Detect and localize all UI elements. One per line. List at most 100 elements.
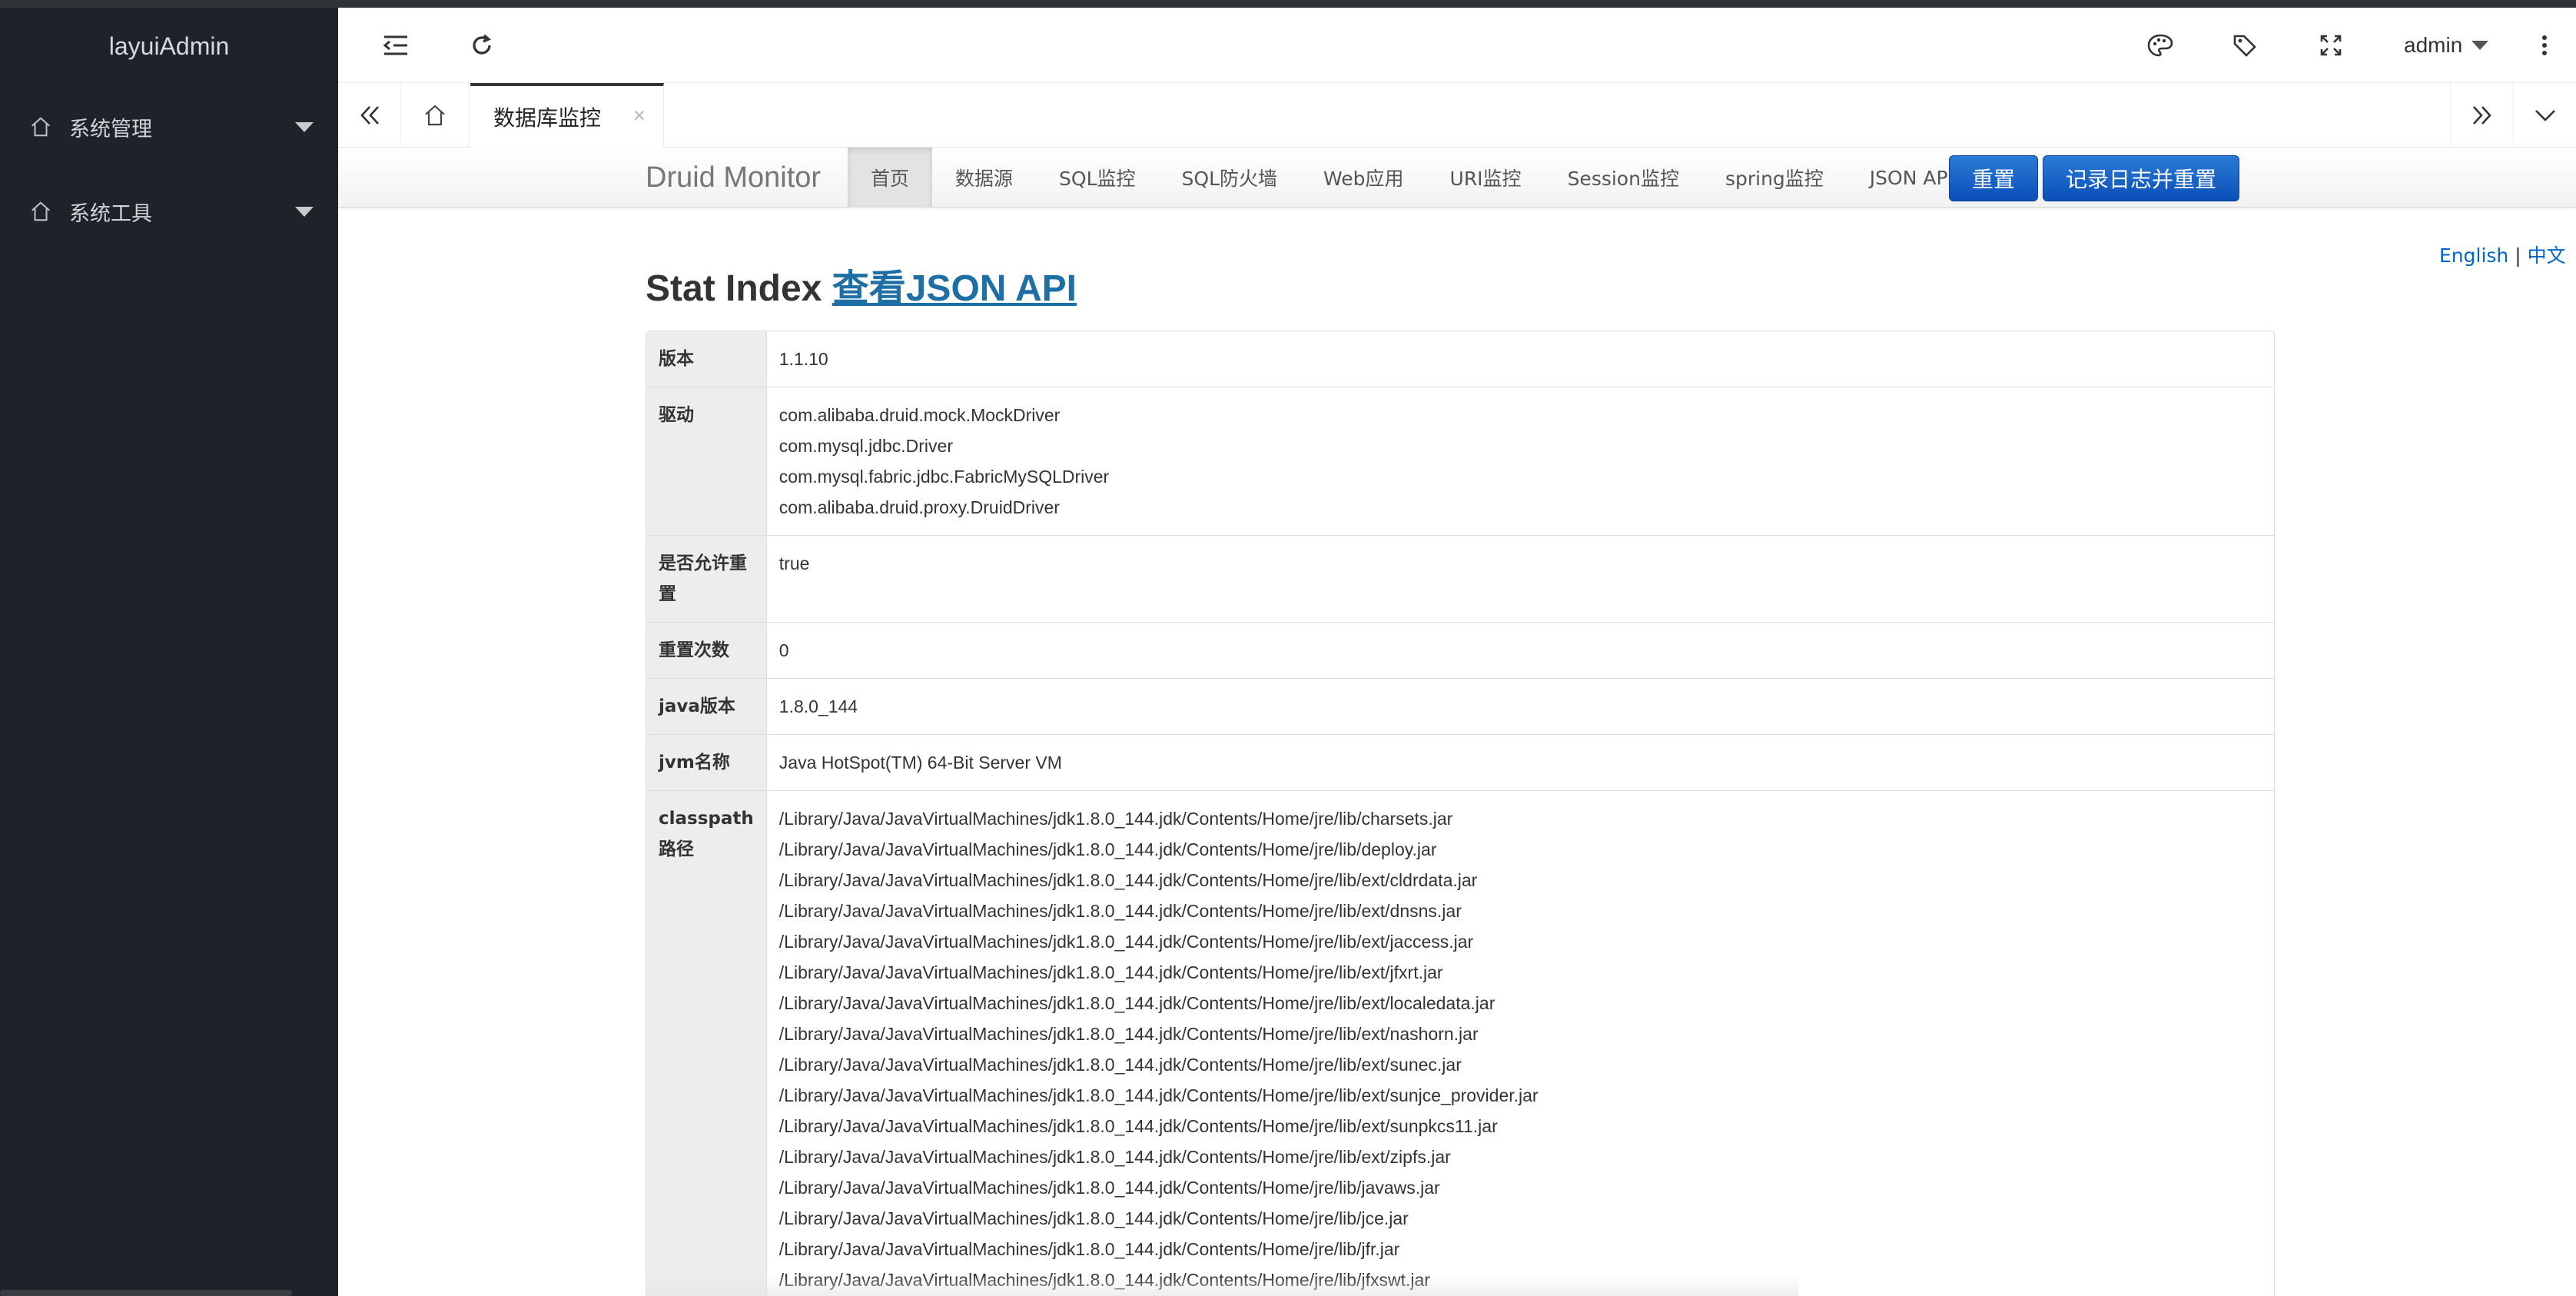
stat-index-table: 版本 1.1.10 驱动 com.alibaba.druid.mock.MockDri… <box>646 331 2275 1296</box>
stat-key: 重置次数 <box>646 622 767 678</box>
double-chevron-right-icon <box>2472 106 2491 125</box>
sidebar-item-label: 系统管理 <box>69 117 152 141</box>
sidebar-item-system-tools[interactable]: 系统工具 <box>0 169 338 254</box>
refresh-icon[interactable] <box>455 8 509 83</box>
stat-key: java版本 <box>646 678 767 734</box>
stat-value-line: /Library/Java/JavaVirtualMachines/jdk1.8… <box>778 870 1478 890</box>
page-title: Stat Index 查看JSON API <box>646 258 1077 311</box>
table-row: classpath路径/Library/Java/JavaVirtualMach… <box>646 790 2274 1296</box>
stat-value-line: /Library/Java/JavaVirtualMachines/jdk1.8… <box>778 962 1443 982</box>
stat-value: 0 <box>766 622 2274 678</box>
log-and-reset-button[interactable]: 记录日志并重置 <box>2043 155 2239 201</box>
user-menu[interactable]: admin <box>2404 8 2489 83</box>
caret-down-icon <box>295 122 314 132</box>
stat-value-line: /Library/Java/JavaVirtualMachines/jdk1.8… <box>778 1208 1409 1228</box>
stat-value-line: /Library/Java/JavaVirtualMachines/jdk1.8… <box>778 1116 1498 1136</box>
user-name: admin <box>2404 33 2463 57</box>
stat-key: 版本 <box>646 331 767 387</box>
lang-english-link[interactable]: English <box>2439 244 2508 267</box>
fullscreen-icon[interactable] <box>2304 8 2358 83</box>
caret-down-icon <box>295 207 314 217</box>
stat-value-line: /Library/Java/JavaVirtualMachines/jdk1.8… <box>778 1239 1400 1259</box>
stat-value-line: /Library/Java/JavaVirtualMachines/jdk1.8… <box>778 932 1474 952</box>
window-top-strip <box>0 0 2576 8</box>
stat-key: classpath路径 <box>646 790 767 1296</box>
table-row: 驱动 com.alibaba.druid.mock.MockDriver com.m… <box>646 387 2274 535</box>
stat-value-line: /Library/Java/JavaVirtualMachines/jdk1.8… <box>778 1147 1451 1167</box>
tabs-scroll-left-button[interactable] <box>338 83 401 148</box>
stat-value-line: /Library/Java/JavaVirtualMachines/jdk1.8… <box>778 1178 1440 1198</box>
language-switch: English | 中文 <box>2439 241 2566 268</box>
table-row: java版本 1.8.0_144 <box>646 678 2274 734</box>
nav-web-app[interactable]: Web应用 <box>1300 148 1427 208</box>
stat-value-line: /Library/Java/JavaVirtualMachines/jdk1.8… <box>778 809 1453 829</box>
nav-spring-monitor[interactable]: spring监控 <box>1702 148 1847 208</box>
close-icon[interactable]: × <box>632 106 646 125</box>
page-title-text: Stat Index <box>646 268 822 309</box>
table-row: 版本 1.1.10 <box>646 331 2274 387</box>
theme-palette-icon[interactable] <box>2133 8 2187 83</box>
table-row: 是否允许重置 true <box>646 535 2274 622</box>
nav-datasource[interactable]: 数据源 <box>932 148 1036 208</box>
chevron-down-icon <box>2535 110 2555 121</box>
lang-separator: | <box>2515 244 2521 267</box>
stat-key: 是否允许重置 <box>646 535 767 622</box>
stat-value-line: Java HotSpot(TM) 64-Bit Server VM <box>778 753 1062 773</box>
druid-brand[interactable]: Druid Monitor <box>646 148 821 208</box>
druid-nav: 首页 数据源 SQL监控 SQL防火墙 Web应用 URI监控 Session监… <box>848 148 1977 208</box>
table-row: 重置次数 0 <box>646 622 2274 678</box>
menu-shrink-icon[interactable] <box>369 8 423 83</box>
stat-value: com.alibaba.druid.mock.MockDriver com.mys… <box>766 387 2274 535</box>
stat-value-line: /Library/Java/JavaVirtualMachines/jdk1.8… <box>778 839 1437 859</box>
caret-down-icon <box>2471 41 2489 50</box>
home-icon <box>32 201 50 221</box>
table-row: jvm名称 Java HotSpot(TM) 64-Bit Server VM <box>646 734 2274 790</box>
stat-key: 驱动 <box>646 387 767 535</box>
app-logo[interactable]: layuiAdmin <box>0 8 338 85</box>
stat-value-line: com.alibaba.druid.proxy.DruidDriver <box>778 497 1060 517</box>
double-chevron-left-icon <box>360 106 379 125</box>
nav-uri-monitor[interactable]: URI监控 <box>1427 148 1545 208</box>
tab-label: 数据库监控 <box>493 105 602 131</box>
reset-button[interactable]: 重置 <box>1949 155 2038 201</box>
stat-value: true <box>766 535 2274 622</box>
stat-value: 1.8.0_144 <box>766 678 2274 734</box>
stat-value: Java HotSpot(TM) 64-Bit Server VM <box>766 734 2274 790</box>
tab-bar: 数据库监控 × <box>338 83 2576 148</box>
top-header: admin <box>338 8 2576 83</box>
druid-navbar: Druid Monitor 首页 数据源 SQL监控 SQL防火墙 Web应用 … <box>338 148 2576 208</box>
stat-value: 1.1.10 <box>767 331 2274 387</box>
home-icon <box>424 105 445 126</box>
stat-value-line: com.mysql.fabric.jdbc.FabricMySQLDriver <box>778 467 1110 487</box>
stat-value-line: /Library/Java/JavaVirtualMachines/jdk1.8… <box>778 1085 1539 1105</box>
tabs-dropdown-button[interactable] <box>2513 83 2576 148</box>
stat-value-line: com.mysql.jdbc.Driver <box>778 436 953 456</box>
stat-value-line: true <box>778 553 810 573</box>
tab-database-monitor[interactable]: 数据库监控 × <box>470 83 664 148</box>
stat-value-line: 1.1.10 <box>778 349 828 369</box>
more-vertical-icon[interactable] <box>2518 8 2571 83</box>
sidebar-scrollbar[interactable] <box>0 1290 292 1296</box>
stat-value-line: com.alibaba.druid.mock.MockDriver <box>778 405 1061 425</box>
nav-sql-firewall[interactable]: SQL防火墙 <box>1159 148 1300 208</box>
stat-value-line: /Library/Java/JavaVirtualMachines/jdk1.8… <box>778 901 1462 921</box>
nav-home[interactable]: 首页 <box>848 148 933 208</box>
stat-value-line: /Library/Java/JavaVirtualMachines/jdk1.8… <box>778 993 1495 1013</box>
tag-icon[interactable] <box>2218 8 2272 83</box>
stat-value: /Library/Java/JavaVirtualMachines/jdk1.8… <box>766 790 2274 1296</box>
stat-key: jvm名称 <box>646 734 767 790</box>
tabs-scroll-right-button[interactable] <box>2450 83 2513 148</box>
stat-value-line: /Library/Java/JavaVirtualMachines/jdk1.8… <box>778 1024 1479 1044</box>
stat-value-line: 1.8.0_144 <box>778 696 858 716</box>
lang-chinese-link[interactable]: 中文 <box>2528 244 2566 267</box>
scroll-fade <box>646 1276 1798 1296</box>
home-tab-button[interactable] <box>401 83 469 148</box>
nav-session-monitor[interactable]: Session监控 <box>1545 148 1702 208</box>
sidebar-item-system-management[interactable]: 系统管理 <box>0 85 338 169</box>
stat-value-line: /Library/Java/JavaVirtualMachines/jdk1.8… <box>778 1055 1462 1075</box>
json-api-link[interactable]: 查看JSON API <box>832 268 1077 309</box>
nav-sql-monitor[interactable]: SQL监控 <box>1036 148 1158 208</box>
stat-value-line: 0 <box>778 640 789 660</box>
sidebar: layuiAdmin 系统管理 系统工具 <box>0 8 338 1296</box>
home-icon <box>32 117 50 137</box>
